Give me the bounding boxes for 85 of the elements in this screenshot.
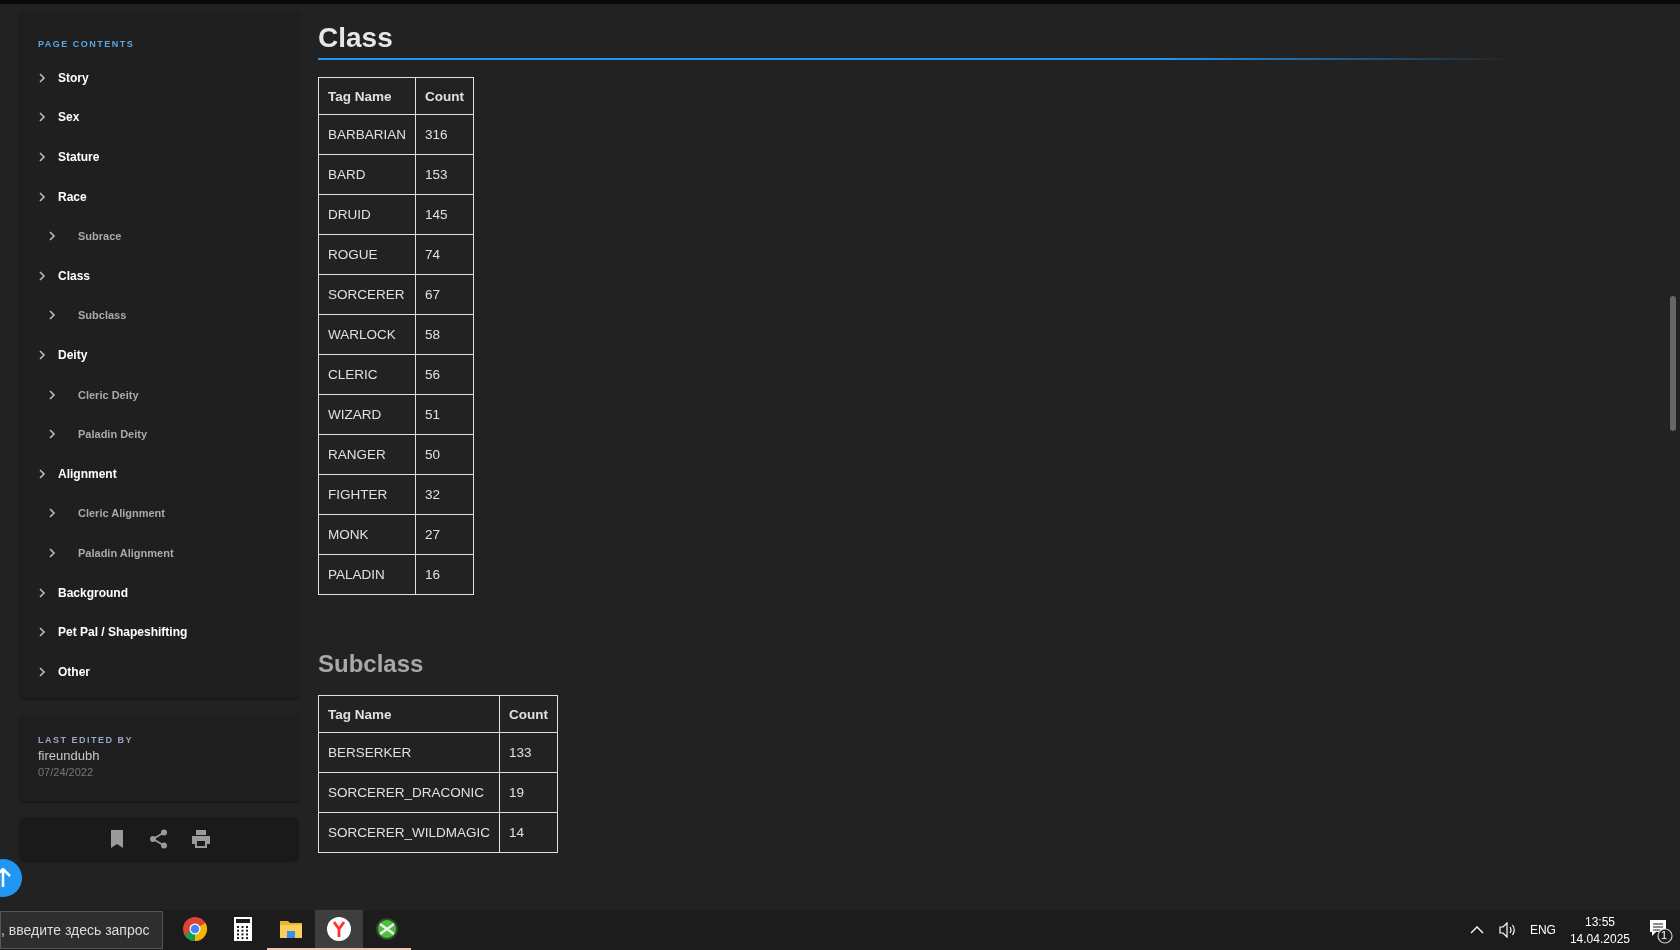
toc-link[interactable]: Cleric Deity bbox=[78, 388, 139, 401]
chevron-icon bbox=[38, 666, 46, 677]
chevron-icon bbox=[38, 152, 46, 162]
table-cell: WIZARD bbox=[318, 394, 416, 435]
table-cell: 67 bbox=[415, 274, 474, 315]
chevron-icon bbox=[38, 270, 46, 281]
table-cell: SORCERER bbox=[318, 274, 416, 315]
table-cell: DRUID bbox=[318, 194, 416, 235]
table-cell: SORCERER_DRACONIC bbox=[318, 772, 500, 813]
table-cell: 316 bbox=[415, 114, 474, 155]
table-cell: 51 bbox=[415, 394, 474, 435]
chevron-icon bbox=[48, 547, 56, 558]
table-cell: 153 bbox=[415, 154, 474, 195]
toc-link[interactable]: Race bbox=[58, 189, 87, 204]
table-cell: SORCERER_WILDMAGIC bbox=[318, 812, 500, 853]
table-cell: MONK bbox=[318, 514, 416, 555]
taskbar-app[interactable] bbox=[315, 910, 363, 950]
chevron-icon bbox=[38, 349, 46, 360]
toc-link[interactable]: Cleric Alignment bbox=[78, 507, 165, 520]
toc-link[interactable]: Stature bbox=[58, 150, 100, 164]
edit-date: 07/24/2022 bbox=[38, 766, 95, 778]
toc-link[interactable]: Alignment bbox=[58, 466, 117, 481]
table-cell: 27 bbox=[415, 514, 474, 555]
column-header: Tag Name bbox=[318, 77, 416, 115]
table-cell: FIGHTER bbox=[318, 474, 416, 515]
table-cell: 145 bbox=[415, 194, 474, 235]
language-indicator[interactable]: ENG bbox=[1529, 923, 1556, 937]
yandex-icon[interactable] bbox=[326, 916, 352, 942]
toc-link[interactable]: Sex bbox=[58, 110, 80, 125]
toc-link[interactable]: Paladin Deity bbox=[78, 428, 148, 441]
chevron-icon bbox=[48, 310, 56, 321]
last-edited-label: LAST EDITED BY bbox=[38, 735, 134, 745]
toc-link[interactable]: Story bbox=[58, 70, 89, 85]
table-cell: CLERIC bbox=[318, 354, 416, 395]
chevron-icon bbox=[38, 112, 46, 123]
table-cell: 14 bbox=[499, 812, 558, 853]
chevron-icon bbox=[48, 231, 56, 242]
chevron-icon bbox=[38, 587, 46, 598]
table-cell: BERSERKER bbox=[318, 732, 500, 773]
chevron-icon bbox=[38, 72, 46, 83]
toc-link[interactable]: Subclass bbox=[78, 309, 127, 322]
table-cell: ROGUE bbox=[318, 234, 416, 275]
chevron-icon bbox=[38, 468, 46, 479]
table-cell: 16 bbox=[415, 554, 474, 595]
xbox-icon[interactable] bbox=[374, 916, 400, 942]
toc-link[interactable]: Background bbox=[58, 585, 128, 600]
chrome-icon[interactable] bbox=[182, 916, 208, 942]
table-cell: 50 bbox=[415, 434, 474, 475]
table-cell: WARLOCK bbox=[318, 314, 416, 355]
toc-link[interactable]: Deity bbox=[58, 347, 88, 362]
chevron-icon bbox=[48, 508, 56, 519]
notifications-button[interactable]: 1 bbox=[1644, 915, 1674, 945]
clock[interactable]: 13:55 14.04.2025 bbox=[1569, 914, 1630, 946]
column-header: Count bbox=[499, 695, 558, 733]
speaker-icon[interactable] bbox=[1497, 922, 1516, 938]
toc-link[interactable]: Subrace bbox=[78, 230, 122, 243]
scrollbar-thumb[interactable] bbox=[1670, 296, 1676, 431]
share-icon[interactable] bbox=[148, 828, 170, 850]
chevron-icon bbox=[48, 389, 56, 400]
page-contents-title: PAGE CONTENTS bbox=[38, 39, 135, 49]
column-header: Count bbox=[415, 77, 474, 115]
section-heading: Class bbox=[318, 22, 393, 54]
toc-link[interactable]: Class bbox=[58, 268, 91, 283]
column-header: Tag Name bbox=[318, 695, 500, 733]
table-cell: 58 bbox=[415, 314, 474, 355]
toc-link[interactable]: Paladin Alignment bbox=[78, 546, 174, 559]
search-field[interactable]: , введите здесь запрос bbox=[0, 911, 163, 949]
table-cell: 56 bbox=[415, 354, 474, 395]
toc-link[interactable]: Other bbox=[58, 664, 90, 679]
table-cell: 74 bbox=[415, 234, 474, 275]
chevron-icon bbox=[38, 191, 46, 202]
editor-name: fireundubh bbox=[38, 748, 101, 763]
table-cell: RANGER bbox=[318, 434, 416, 475]
section-heading: Subclass bbox=[318, 650, 424, 678]
table-cell: BARBARIAN bbox=[318, 114, 416, 155]
chevron-icon bbox=[48, 429, 56, 440]
table-cell: 32 bbox=[415, 474, 474, 515]
table-cell: 133 bbox=[499, 732, 558, 773]
table-cell: BARD bbox=[318, 154, 416, 195]
chevron-up-icon[interactable] bbox=[1469, 925, 1484, 935]
print-icon[interactable] bbox=[190, 828, 212, 850]
table-cell: 19 bbox=[499, 772, 558, 813]
table-cell: PALADIN bbox=[318, 554, 416, 595]
toc-link[interactable]: Pet Pal / Shapeshifting bbox=[58, 625, 188, 640]
chevron-icon bbox=[38, 627, 46, 638]
